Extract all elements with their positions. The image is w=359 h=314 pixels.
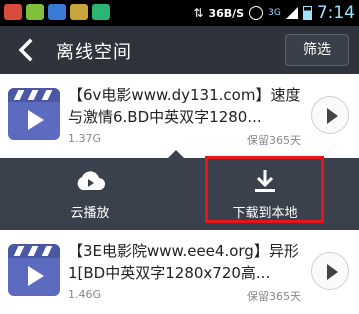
alarm-icon bbox=[249, 6, 264, 20]
cloud-play-label: 云播放 bbox=[70, 206, 110, 221]
retention-label: 保留365天 bbox=[247, 134, 301, 147]
network-speed: 36B/S bbox=[208, 6, 245, 20]
battery-app-icon bbox=[26, 4, 44, 20]
file-size: 1.37G bbox=[68, 132, 102, 145]
clock: 7:14 bbox=[316, 3, 355, 23]
battery-icon bbox=[302, 6, 312, 20]
status-bar: ⇅ 36B/S 3G 7:14 bbox=[0, 0, 359, 26]
play-button[interactable] bbox=[311, 96, 349, 134]
flower-icon bbox=[70, 4, 88, 20]
file-name: 【6v电影www.dy131.com】速度与激情6.BD中英双字1280... bbox=[68, 86, 301, 126]
cloud-play-icon bbox=[77, 171, 105, 190]
expand-pointer bbox=[168, 150, 184, 158]
play-button[interactable] bbox=[311, 252, 349, 290]
retention-label: 保留365天 bbox=[247, 290, 301, 303]
cloud-play-button[interactable]: 云播放 bbox=[30, 158, 150, 230]
list-item[interactable]: 【3E电影院www.eee4.org】异形1[BD中英双字1280x720高..… bbox=[0, 230, 359, 314]
notification-icon bbox=[4, 4, 22, 20]
signal-icon bbox=[285, 7, 298, 19]
app-bar: 离线空间 筛选 bbox=[0, 26, 359, 74]
app-notification-icon bbox=[48, 4, 66, 20]
page-title: 离线空间 bbox=[56, 42, 132, 63]
back-arrow-icon[interactable] bbox=[14, 38, 40, 62]
filter-button[interactable]: 筛选 bbox=[285, 34, 349, 66]
file-size: 1.46G bbox=[68, 288, 102, 301]
file-name: 【3E电影院www.eee4.org】异形1[BD中英双字1280x720高..… bbox=[68, 242, 299, 282]
highlight-box bbox=[205, 156, 324, 223]
network-type: 3G bbox=[268, 8, 281, 18]
list-item[interactable]: 【6v电影www.dy131.com】速度与激情6.BD中英双字1280... … bbox=[0, 74, 359, 158]
message-icon bbox=[92, 4, 110, 20]
video-thumbnail-icon bbox=[8, 244, 60, 296]
data-transfer-icon: ⇅ bbox=[193, 6, 204, 20]
video-thumbnail-icon bbox=[8, 88, 60, 140]
